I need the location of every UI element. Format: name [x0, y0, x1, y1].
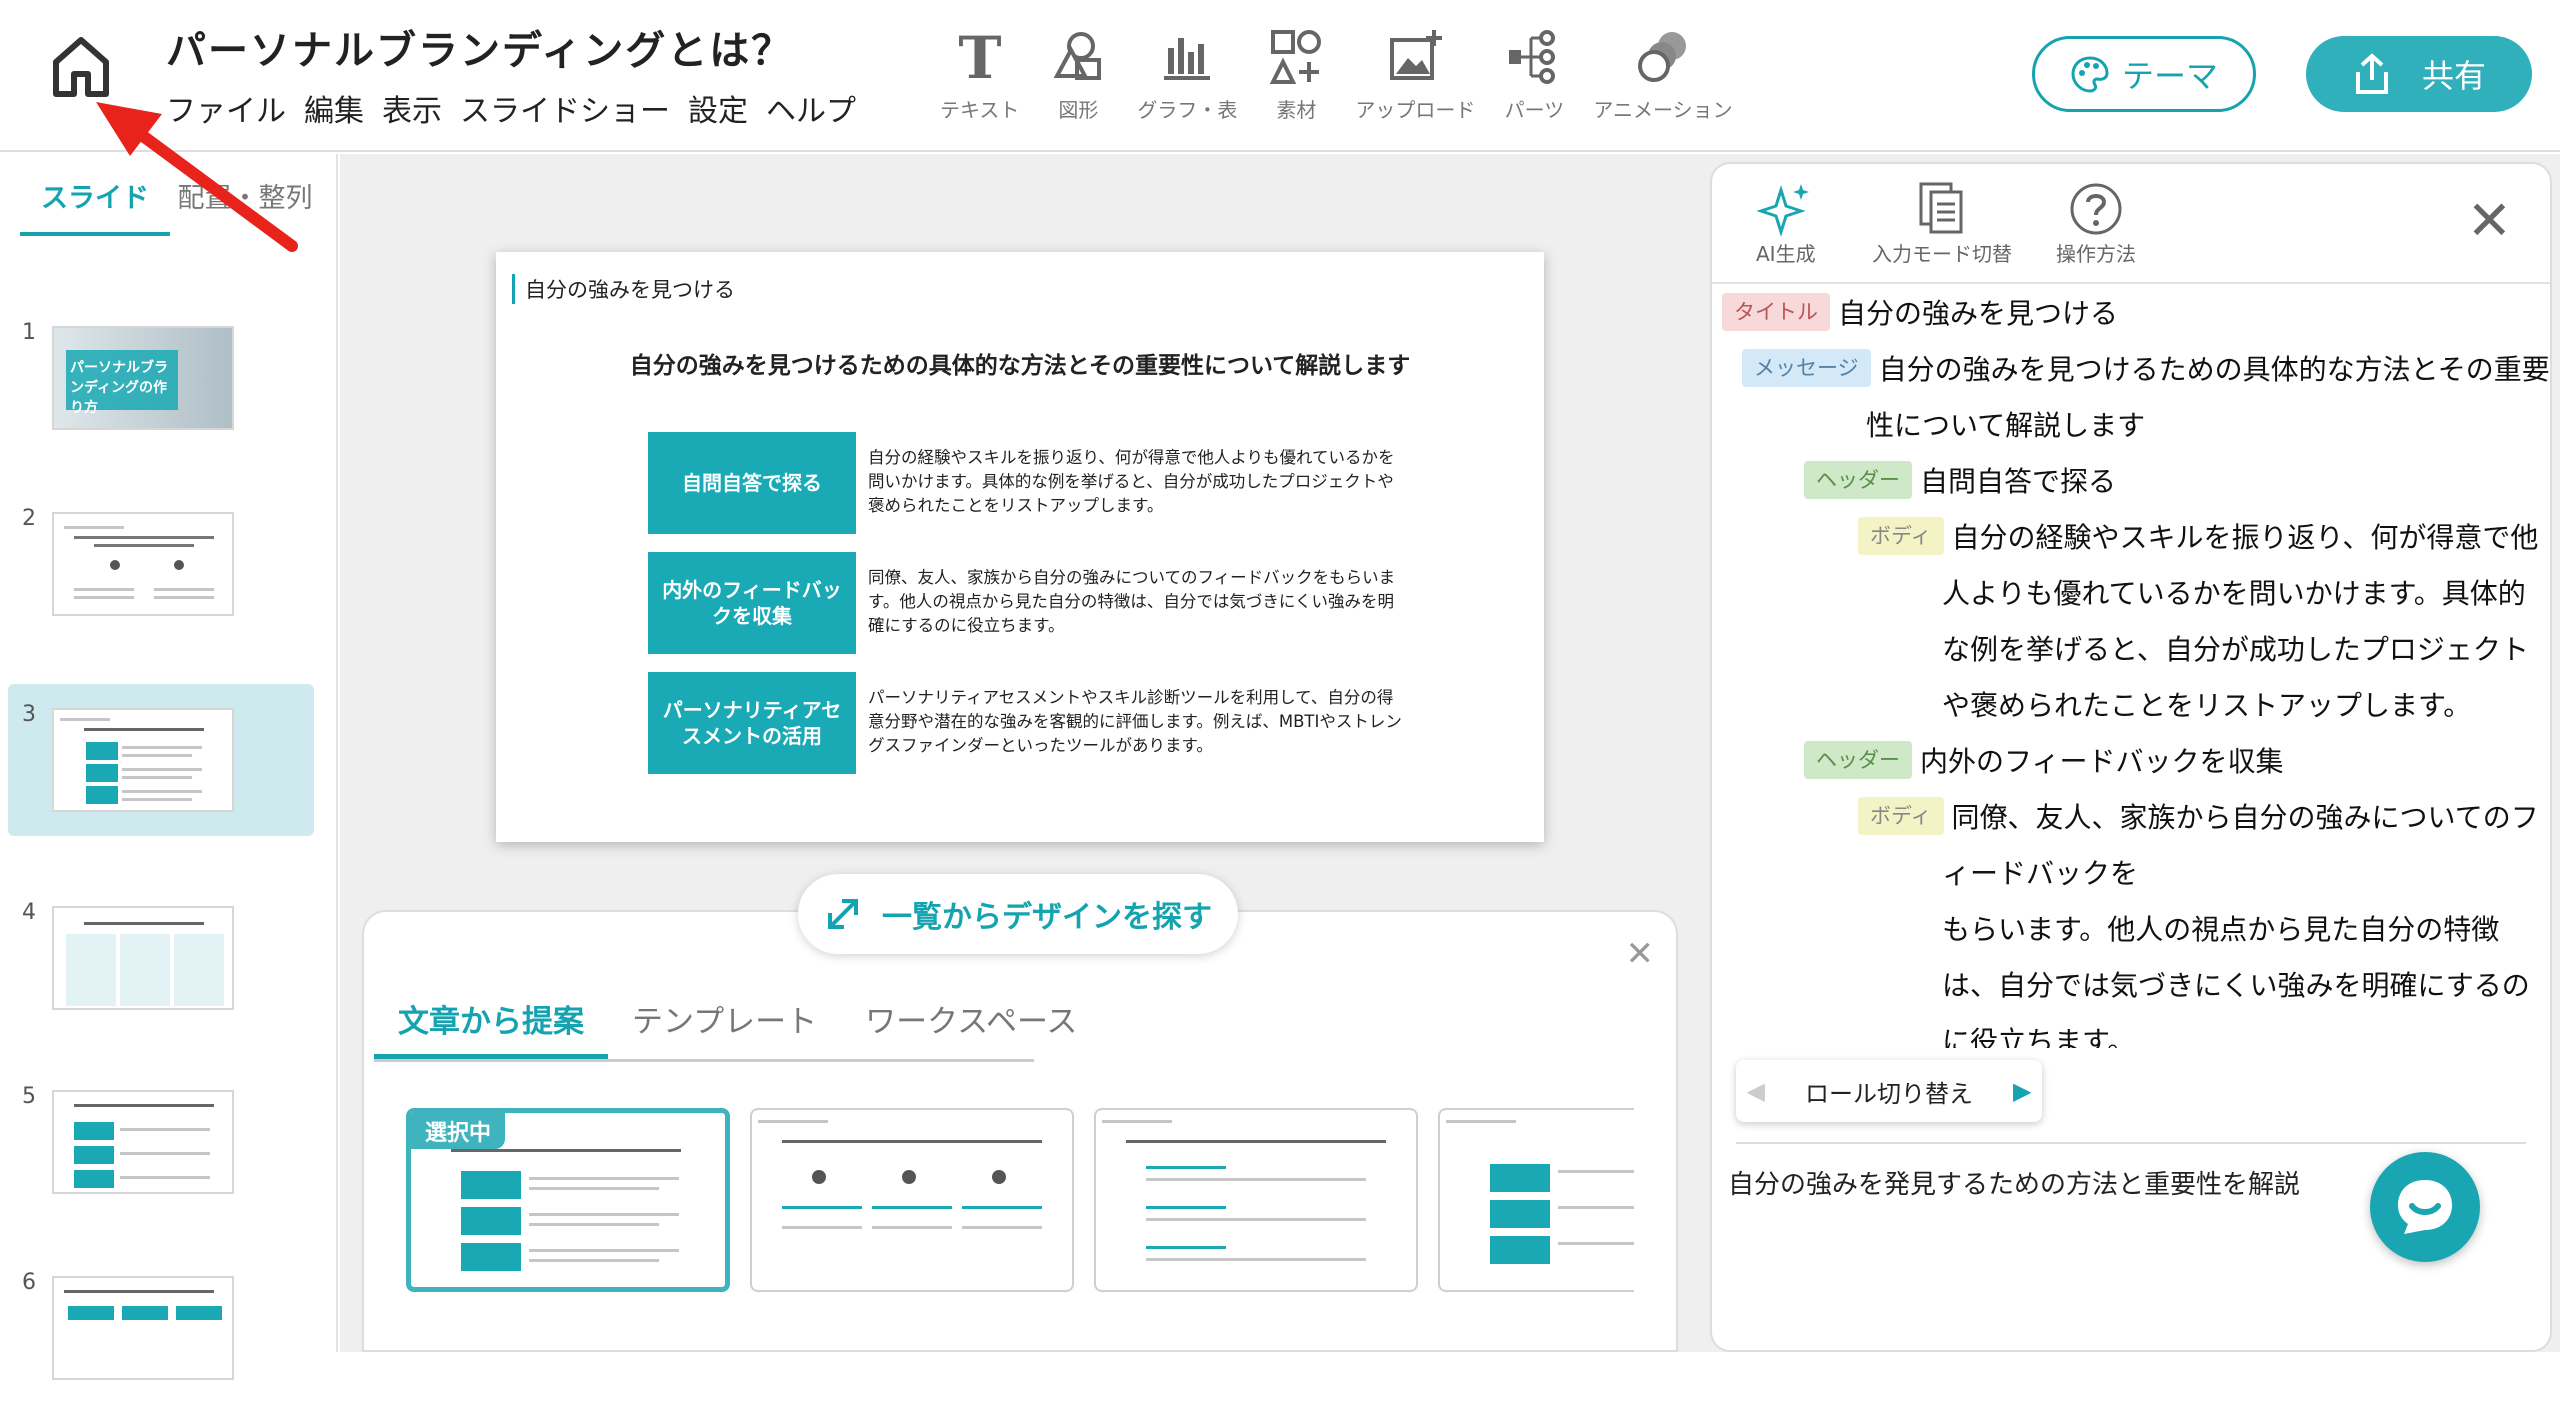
- tool-material[interactable]: 素材: [1265, 26, 1327, 123]
- find-design-button[interactable]: 一覧からデザインを探す: [798, 874, 1238, 954]
- help-button[interactable]: 操作方法: [2056, 180, 2136, 267]
- outline-text-cont: 人よりも優れているかを問いかけます。具体的: [1942, 577, 2526, 610]
- outline-row-header[interactable]: ヘッダー 内外のフィードバックを収集: [1804, 734, 2283, 790]
- slide-item-header[interactable]: パーソナリティアセスメントの活用: [648, 672, 856, 774]
- outline-text-cont: に役立ちます。: [1942, 1025, 2136, 1048]
- menu-view[interactable]: 表示: [382, 86, 442, 130]
- outline-text-cont: ィードバックを: [1942, 857, 2139, 890]
- design-candidate-2[interactable]: [750, 1108, 1074, 1292]
- tool-parts[interactable]: パーツ: [1503, 26, 1565, 123]
- share-button[interactable]: 共有: [2306, 36, 2532, 112]
- outline-row-title[interactable]: タイトル 自分の強みを見つける: [1722, 286, 2118, 342]
- role-tag-header: ヘッダー: [1804, 741, 1912, 779]
- selected-badge: 選択中: [411, 1113, 506, 1149]
- insert-toolbar: T テキスト 図形 グラフ・表 素材 アップロード パーツ アニメーション: [940, 26, 1761, 123]
- material-icon: [1270, 30, 1322, 84]
- role-tag-message: メッセージ: [1742, 349, 1871, 387]
- upload-icon: [1390, 30, 1443, 80]
- slide-canvas[interactable]: 自分の強みを見つける 自分の強みを見つけるための具体的な方法とその重要性について…: [496, 252, 1544, 842]
- outline-row-message[interactable]: メッセージ 自分の強みを見つけるための具体的な方法とその重要: [1742, 342, 2550, 398]
- tool-shape[interactable]: 図形: [1047, 26, 1109, 123]
- tool-text[interactable]: T テキスト: [940, 26, 1019, 123]
- shape-icon: [1054, 32, 1102, 80]
- menu-slideshow[interactable]: スライドショー: [460, 86, 670, 130]
- home-button[interactable]: [46, 32, 116, 102]
- role-switch-control: ◀ ロール切り替え ▶: [1736, 1060, 2042, 1122]
- chart-icon: [1164, 38, 1211, 80]
- slide-message[interactable]: 自分の強みを見つけるための具体的な方法とその重要性について解説します: [496, 346, 1544, 380]
- outline-row-header[interactable]: ヘッダー 自問自答で探る: [1804, 454, 2116, 510]
- menu-edit[interactable]: 編集: [304, 86, 364, 130]
- thumb-title: パーソナルブランディングの作り方: [70, 360, 168, 416]
- tool-animation[interactable]: アニメーション: [1593, 26, 1733, 123]
- slide-thumbnail-2[interactable]: 2: [8, 488, 314, 640]
- role-tag-body: ボディ: [1858, 517, 1944, 555]
- parts-icon: [1509, 30, 1556, 84]
- outline-text-cont: な例を挙げると、自分が成功したプロジェクト: [1942, 633, 2529, 666]
- animation-icon: [1638, 32, 1686, 82]
- slide-sidebar: スライド 配置・整列 1 パーソナルブランディングの作り方 2 3 4 5 6: [0, 154, 338, 1380]
- share-icon: [2355, 53, 2388, 94]
- document-title[interactable]: パーソナルブランディングとは？: [166, 18, 793, 76]
- role-tag-header: ヘッダー: [1804, 461, 1912, 499]
- summary-input[interactable]: 自分の強みを発見するための方法と重要性を解説: [1728, 1164, 2300, 1201]
- outline-row-body[interactable]: ボディ 同僚、友人、家族から自分の強みについてのフ: [1858, 790, 2539, 846]
- close-icon[interactable]: ✕: [1626, 934, 1655, 974]
- chevron-left-icon[interactable]: ◀: [1747, 1077, 1765, 1105]
- annotation-arrow: [96, 102, 298, 252]
- outline-list: タイトル 自分の強みを見つける メッセージ 自分の強みを見つけるための具体的な方法と…: [1712, 286, 2550, 1048]
- menu-settings[interactable]: 設定: [688, 86, 748, 130]
- outline-row-body[interactable]: ボディ 自分の経験やスキルを振り返り、何が得意で他: [1858, 510, 2538, 566]
- tab-workspace[interactable]: ワークスペース: [841, 996, 1101, 1059]
- question-icon: [2070, 183, 2122, 235]
- input-mode-toggle[interactable]: 入力モード切替: [1872, 180, 2012, 267]
- outline-text-cont: や褒められたことをリストアップします。: [1942, 689, 2472, 722]
- slide-title[interactable]: 自分の強みを見つける: [512, 274, 735, 304]
- tab-template[interactable]: テンプレート: [608, 996, 841, 1059]
- chevron-right-icon[interactable]: ▶: [2013, 1077, 2031, 1105]
- slide-thumbnail-3[interactable]: 3: [8, 684, 314, 836]
- outline-text-cont: は、自分では気づきにくい強みを明確にするの: [1942, 969, 2530, 1002]
- slide-thumbnail-5[interactable]: 5: [8, 1066, 314, 1218]
- design-candidate-4[interactable]: [1438, 1108, 1634, 1292]
- design-suggest-panel: ✕ 文章から提案 テンプレート ワークスペース 選択中: [362, 910, 1678, 1352]
- slide-thumbnail-6[interactable]: 6: [8, 1252, 314, 1404]
- text-icon: T: [958, 26, 1001, 88]
- sparkle-icon: [1756, 184, 1809, 238]
- svg-text:T: T: [958, 26, 1001, 88]
- design-candidate-3[interactable]: [1094, 1108, 1418, 1292]
- outline-text-cont: 性について解説します: [1866, 409, 2146, 442]
- top-header: パーソナルブランディングとは？ ファイル 編集 表示 スライドショー 設定 ヘル…: [0, 0, 2560, 152]
- slide-item-header[interactable]: 自問自答で探る: [648, 432, 856, 534]
- tab-suggest-from-text[interactable]: 文章から提案: [374, 996, 608, 1059]
- theme-button[interactable]: テーマ: [2032, 36, 2256, 112]
- slide-item-body[interactable]: パーソナリティアセスメントやスキル診断ツールを利用して、自分の得意分野や潜在的な…: [868, 686, 1408, 758]
- role-tag-body: ボディ: [1858, 797, 1944, 835]
- close-icon[interactable]: ✕: [2467, 194, 2512, 248]
- ai-generate-button[interactable]: AI生成: [1756, 180, 1816, 267]
- palette-icon: [2071, 56, 2109, 93]
- role-tag-title: タイトル: [1722, 293, 1830, 331]
- slide-item-header[interactable]: 内外のフィードバックを収集: [648, 552, 856, 654]
- home-icon: [53, 37, 109, 97]
- menu-help[interactable]: ヘルプ: [766, 86, 856, 130]
- role-switch-label: ロール切り替え: [1805, 1079, 1973, 1108]
- design-candidate-1[interactable]: 選択中: [406, 1108, 730, 1292]
- slide-thumbnail-4[interactable]: 4: [8, 882, 314, 1034]
- tool-upload[interactable]: アップロード: [1355, 26, 1475, 123]
- slide-item-body[interactable]: 自分の経験やスキルを振り返り、何が得意で他人よりも優れているかを問いかけます。具…: [868, 446, 1408, 518]
- document-icon: [1919, 182, 1963, 234]
- slide-thumbnail-1[interactable]: 1 パーソナルブランディングの作り方: [8, 302, 314, 454]
- design-tabs: 文章から提案 テンプレート ワークスペース: [374, 996, 1077, 1062]
- outline-text-cont: もらいます。他人の視点から見た自分の特徴: [1942, 913, 2500, 946]
- chat-icon: [2398, 1180, 2452, 1234]
- tool-chart[interactable]: グラフ・表: [1137, 26, 1237, 123]
- slide-item-body[interactable]: 同僚、友人、家族から自分の強みについてのフィードバックをもらいます。他人の視点か…: [868, 566, 1408, 638]
- chat-support-button[interactable]: [2370, 1152, 2480, 1262]
- expand-icon: [828, 899, 858, 929]
